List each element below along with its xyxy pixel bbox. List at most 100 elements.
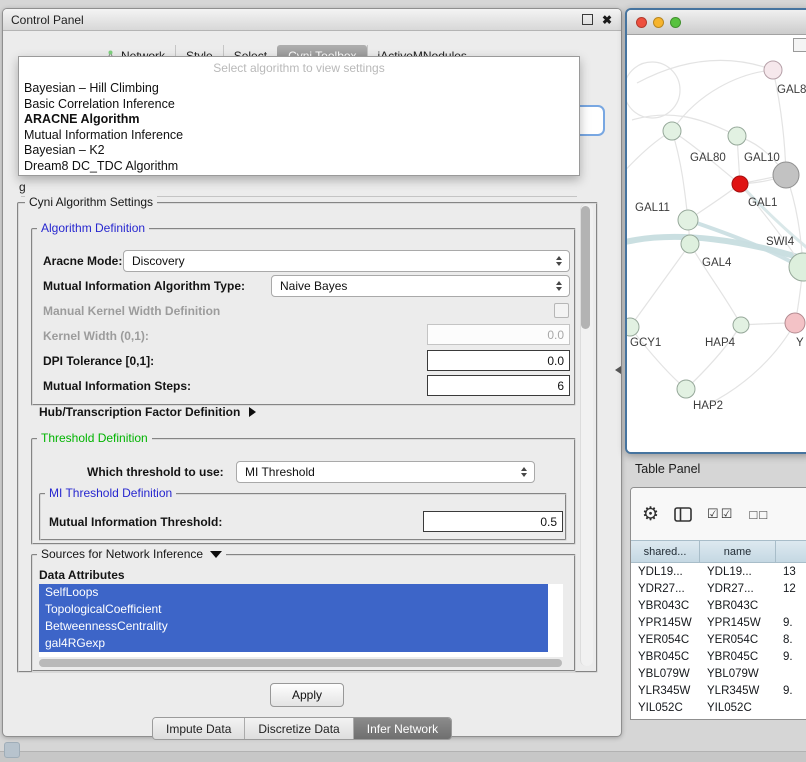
network-node[interactable] xyxy=(728,127,746,145)
table-cell: YDR27... xyxy=(700,583,776,595)
column-header-shared[interactable]: shared... xyxy=(631,541,700,562)
data-attribute-item[interactable]: TopologicalCoefficient xyxy=(39,601,548,618)
horizontal-scrollbar[interactable] xyxy=(39,659,562,667)
table-row[interactable]: YBR045CYBR045C9. xyxy=(631,648,806,665)
sources-expander[interactable]: Sources for Network Inference xyxy=(37,547,226,561)
network-node[interactable] xyxy=(785,313,805,333)
table-row[interactable]: YDR27...YDR27...12 xyxy=(631,580,806,597)
algorithm-definition-title: Algorithm Definition xyxy=(37,221,149,235)
columns-icon[interactable] xyxy=(674,507,692,522)
table-cell: 9. xyxy=(776,685,806,697)
manual-kernel-checkbox[interactable] xyxy=(554,303,569,318)
network-node[interactable] xyxy=(764,61,782,79)
network-node[interactable] xyxy=(677,380,695,398)
table-row[interactable]: YBL079WYBL079W xyxy=(631,665,806,682)
column-header-col2[interactable] xyxy=(776,541,806,562)
table-cell: 13 xyxy=(776,566,806,578)
bottom-tab-infer-network[interactable]: Infer Network xyxy=(353,718,451,739)
algorithm-option[interactable]: ARACNE Algorithm xyxy=(22,112,579,128)
table-row[interactable]: YDL19...YDL19...13 xyxy=(631,563,806,580)
cyni-settings-title: Cyni Algorithm Settings xyxy=(25,195,157,209)
kernel-width-input[interactable] xyxy=(427,324,570,345)
gear-icon[interactable]: ⚙ xyxy=(642,505,659,524)
vertical-scrollbar-thumb[interactable] xyxy=(581,206,590,329)
birdseye-box[interactable] xyxy=(793,38,806,52)
table-cell: 8. xyxy=(776,634,806,646)
checked-boxes-icon[interactable]: ☑☑ xyxy=(707,506,734,522)
data-attribute-item[interactable]: SelfLoops xyxy=(39,584,548,601)
dpi-tolerance-input[interactable] xyxy=(427,350,570,371)
algorithm-popup-list: Bayesian – Hill ClimbingBasic Correlatio… xyxy=(19,81,579,174)
node-label: GAL8 xyxy=(777,84,806,96)
table-toolbar: ⚙ ☑☑ □□ xyxy=(631,488,806,540)
unchecked-boxes-icon[interactable]: □□ xyxy=(749,507,769,522)
which-threshold-value: MI Threshold xyxy=(237,465,315,479)
table-panel-window: ⚙ ☑☑ □□ shared...name YDL19...YDL19...13… xyxy=(630,487,806,720)
close-traffic-light[interactable] xyxy=(636,17,647,28)
network-node[interactable] xyxy=(773,162,799,188)
bottom-tab-impute-data[interactable]: Impute Data xyxy=(153,718,244,739)
mi-steps-input[interactable] xyxy=(427,375,570,396)
bottom-tab-discretize-data[interactable]: Discretize Data xyxy=(244,718,352,739)
hub-definition-expander[interactable]: Hub/Transcription Factor Definition xyxy=(39,405,256,419)
network-node[interactable] xyxy=(663,122,681,140)
table-cell: 9. xyxy=(776,651,806,663)
algorithm-option[interactable]: Bayesian – Hill Climbing xyxy=(22,81,579,97)
network-node[interactable] xyxy=(732,176,748,192)
sources-title: Sources for Network Inference xyxy=(41,547,203,561)
table-cell: YBL079W xyxy=(631,668,700,680)
table-cell: YIL052C xyxy=(700,702,776,714)
panel-icon[interactable] xyxy=(4,742,20,758)
minimize-traffic-light[interactable] xyxy=(653,17,664,28)
stepper-arrows-icon xyxy=(521,467,527,477)
table-cell: YIL052C xyxy=(631,702,700,714)
table-row[interactable]: YLR345WYLR345W9. xyxy=(631,682,806,699)
table-cell: 9. xyxy=(776,617,806,629)
network-node[interactable] xyxy=(627,318,639,336)
mi-type-combobox[interactable]: Naive Bayes xyxy=(271,275,570,297)
table-row[interactable]: YPR145WYPR145W9. xyxy=(631,614,806,631)
mi-threshold-input[interactable] xyxy=(423,511,563,532)
table-cell: YLR345W xyxy=(700,685,776,697)
network-node[interactable] xyxy=(678,210,698,230)
table-cell: 12 xyxy=(776,583,806,595)
column-header-name[interactable]: name xyxy=(700,541,776,562)
node-label: GAL10 xyxy=(744,152,780,164)
table-cell: YBR043C xyxy=(631,600,700,612)
panel-collapse-arrow[interactable] xyxy=(615,366,621,374)
network-edges xyxy=(627,60,806,405)
node-label: HAP4 xyxy=(705,337,736,349)
float-window-icon[interactable] xyxy=(582,14,593,25)
which-threshold-combobox[interactable]: MI Threshold xyxy=(236,461,535,483)
table-row[interactable]: YER054CYER054C8. xyxy=(631,631,806,648)
close-icon[interactable]: ✖ xyxy=(602,14,612,26)
data-attribute-item[interactable]: gal4RGexp xyxy=(39,635,548,652)
table-cell: YER054C xyxy=(631,634,700,646)
aracne-mode-combobox[interactable]: Discovery xyxy=(123,250,570,272)
node-label: SWI4 xyxy=(766,236,795,248)
zoom-traffic-light[interactable] xyxy=(670,17,681,28)
apply-button[interactable]: Apply xyxy=(270,683,344,707)
algorithm-option[interactable]: Mutual Information Inference xyxy=(22,128,579,144)
data-attributes-label: Data Attributes xyxy=(39,568,125,582)
table-cell: YPR145W xyxy=(631,617,700,629)
threshold-definition-title: Threshold Definition xyxy=(37,431,152,445)
control-panel-titlebar: Control Panel ✖ xyxy=(3,9,621,31)
network-canvas[interactable]: GAL8GAL80GAL10GAL11GAL1SWI4GAL4GCY1HAP4Y… xyxy=(627,35,806,452)
network-node[interactable] xyxy=(681,235,699,253)
table-row[interactable]: YIL052CYIL052C xyxy=(631,699,806,716)
network-node[interactable] xyxy=(733,317,749,333)
data-attribute-item[interactable]: BetweennessCentrality xyxy=(39,618,548,635)
algorithm-option[interactable]: Dream8 DC_TDC Algorithm xyxy=(22,159,579,175)
algorithm-popup-placeholder: Select algorithm to view settings xyxy=(19,57,579,75)
mi-steps-label: Mutual Information Steps: xyxy=(43,379,191,393)
algorithm-option[interactable]: Bayesian – K2 xyxy=(22,143,579,159)
desktop: Control Panel ✖ NetworkStyleSelectCyni T… xyxy=(0,0,806,762)
mi-type-label: Mutual Information Algorithm Type: xyxy=(43,279,245,293)
algorithm-option[interactable]: Basic Correlation Inference xyxy=(22,97,579,113)
table-row[interactable]: YBR043CYBR043C xyxy=(631,597,806,614)
stepper-arrows-icon xyxy=(556,281,562,291)
which-threshold-label: Which threshold to use: xyxy=(87,465,224,479)
table-cell: YBR045C xyxy=(700,651,776,663)
mi-threshold-label: Mutual Information Threshold: xyxy=(49,515,222,529)
